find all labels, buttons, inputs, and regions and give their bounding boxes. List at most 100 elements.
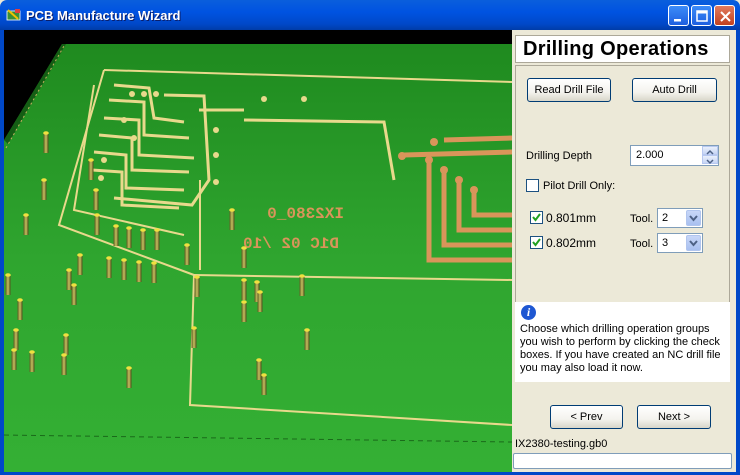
component-pin [229,210,235,230]
pilot-drill-label: Pilot Drill Only: [543,180,616,192]
component-pin-tip [256,358,262,362]
info-box: i Choose which drilling operation groups… [515,302,730,382]
component-pin-tip [106,256,112,260]
close-button[interactable] [714,5,735,26]
component-pin [194,277,200,297]
component-pin-tip [136,260,142,264]
spinner-arrows[interactable] [702,146,718,165]
tool-1-select[interactable]: 2 [657,208,703,228]
component-pin [256,360,262,380]
component-pin [154,230,160,250]
status-field [513,453,732,469]
component-pin-tip [66,268,72,272]
spinner-down-button[interactable] [702,155,718,165]
component-pin-tip [299,274,305,278]
component-pin-tip [261,373,267,377]
tool-2-label: Tool. [630,238,654,250]
component-pin-tip [11,348,17,352]
maximize-icon [696,10,708,22]
component-pin-tip [191,326,197,330]
component-pin [61,355,67,375]
maximize-button[interactable] [691,5,712,26]
component-pin [113,226,119,246]
tool-1-checkbox[interactable] [530,211,543,224]
component-pin-tip [29,350,35,354]
close-icon [720,11,731,22]
component-pin-tip [113,224,119,228]
component-pin-tip [121,258,127,262]
panel-title: Drilling Operations [523,38,709,60]
component-pin-tip [88,158,94,162]
component-pin [23,215,29,235]
app-icon [6,9,21,21]
component-pin [136,262,142,282]
info-icon: i [521,305,536,320]
component-pin-tip [94,213,100,217]
chevron-down-icon [689,215,698,222]
tool-2-select[interactable]: 3 [657,233,703,253]
silk-text-line1: IX2380_0 [267,205,344,223]
chevron-down-icon [706,159,714,165]
component-pin-tip [61,353,67,357]
component-pin-tip [151,261,157,265]
window-title: PCB Manufacture Wizard [26,8,181,23]
component-pin-tip [41,178,47,182]
component-pin [13,330,19,350]
component-pin-tip [241,300,247,304]
filename-label: IX2380-testing.gb0 [515,438,608,450]
pcb-board-render: IX2380_0 D1C 02 /10 [4,30,512,472]
component-pin [299,276,305,296]
component-pin [94,215,100,235]
tool-1-value: 2 [662,212,669,224]
component-pin [126,368,132,388]
drilling-depth-spinner[interactable]: 2.000 [630,145,719,166]
window-frame-right [736,30,740,475]
tool-1-dropdown-button[interactable] [686,210,701,226]
silk-text-line2: D1C 02 /10 [243,235,339,253]
component-pin [241,280,247,300]
auto-drill-button[interactable]: Auto Drill [632,78,717,102]
component-pin [261,375,267,395]
tool-2-checkbox[interactable] [530,236,543,249]
component-pin [241,302,247,322]
component-pin [77,255,83,275]
component-pin-tip [257,290,263,294]
component-pin [241,248,247,268]
tool-1-label: Tool. [630,213,654,225]
pilot-drill-checkbox[interactable] [526,179,539,192]
component-pin [126,228,132,248]
component-pin-tip [194,275,200,279]
tool-1-size: 0.801mm [546,211,597,225]
component-pin [191,328,197,348]
component-pin-tip [5,273,11,277]
spinner-up-button[interactable] [702,146,718,155]
component-pin [88,160,94,180]
minimize-button[interactable] [668,5,689,26]
drilling-depth-value: 2.000 [636,149,664,161]
minimize-icon [674,19,681,22]
component-pin [257,292,263,312]
prev-button[interactable]: < Prev [550,405,623,429]
component-pin-tip [254,280,260,284]
tool-2-value: 3 [662,237,669,249]
component-pin [43,133,49,153]
checkmark-icon [532,213,541,222]
component-pin-tip [304,328,310,332]
tool-2-dropdown-button[interactable] [686,235,701,251]
next-button[interactable]: Next > [637,405,711,429]
pcb-3d-view[interactable]: IX2380_0 D1C 02 /10 [4,30,512,472]
component-pin-tip [93,188,99,192]
read-drill-file-button[interactable]: Read Drill File [527,78,611,102]
component-pin [41,180,47,200]
component-pin-tip [77,253,83,257]
component-pin-tip [241,246,247,250]
component-pin-tip [43,131,49,135]
component-pin [5,275,11,295]
component-pin-tip [140,228,146,232]
component-pin-tip [23,213,29,217]
component-pin [11,350,17,370]
component-pin [106,258,112,278]
component-pin [140,230,146,250]
component-pin [121,260,127,280]
component-pin-tip [126,366,132,370]
